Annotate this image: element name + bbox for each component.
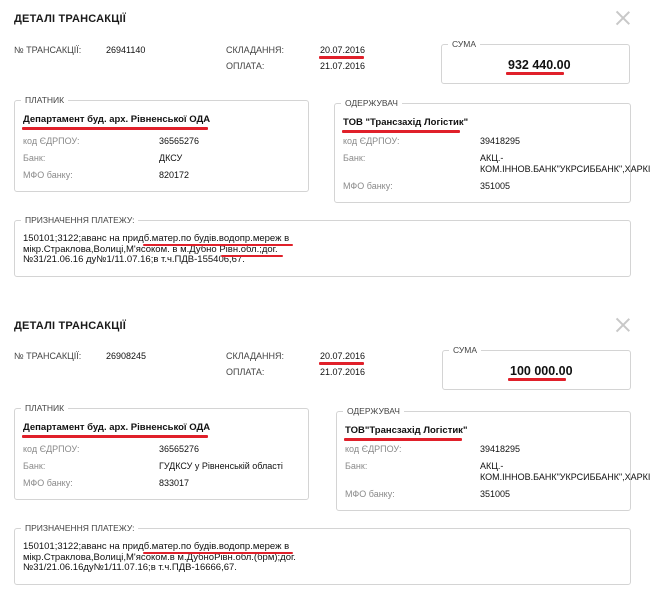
payer-legend: ПЛАТНИК — [21, 95, 69, 105]
payer-mfo-label: МФО банку: — [23, 170, 73, 180]
transaction-number-label: № ТРАНСАКЦІЇ: — [14, 351, 82, 361]
highlight-underline — [22, 435, 208, 438]
highlight-underline — [506, 72, 564, 75]
payer-mfo: 820172 — [159, 170, 190, 180]
created-label: СКЛАДАННЯ: — [226, 45, 285, 55]
purpose-line: 150101;3122;аванс на придб.матер.по буді… — [23, 541, 290, 552]
paid-label: ОПЛАТА: — [226, 367, 265, 377]
purpose-box: ПРИЗНАЧЕННЯ ПЛАТЕЖУ: 150101;3122;аванс н… — [14, 523, 631, 585]
transaction-details-panel: ДЕТАЛІ ТРАНСАКЦІЇ № ТРАНСАКЦІЇ: 26908245… — [0, 307, 650, 607]
created-date: 20.07.2016 — [320, 351, 366, 361]
highlight-underline — [22, 127, 208, 130]
sum-box: СУМА 100 000.00 — [442, 345, 631, 390]
payer-box: ПЛАТНИК Департамент буд. арх. Рівненсько… — [14, 95, 309, 192]
recipient-box: ОДЕРЖУВАЧ ТОВ "Трансзахід Логістик" код … — [334, 98, 650, 203]
payer-name: Департамент буд. арх. Рівненської ОДА — [23, 114, 211, 125]
recipient-bank-line1: АКЦ.- — [480, 461, 504, 471]
recipient-legend: ОДЕРЖУВАЧ — [341, 98, 402, 108]
highlight-underline — [319, 362, 364, 365]
purpose-line: 150101;3122;аванс на придб.матер.по буді… — [23, 233, 290, 244]
recipient-bank-label: Банк: — [345, 461, 368, 471]
recipient-edrpou: 39418295 — [480, 136, 521, 146]
recipient-mfo-label: МФО банку: — [343, 181, 393, 191]
highlight-underline — [221, 254, 283, 257]
payer-bank: ДКСУ — [159, 153, 183, 163]
highlight-underline — [344, 438, 462, 441]
recipient-mfo-label: МФО банку: — [345, 489, 395, 499]
paid-date: 21.07.2016 — [320, 367, 366, 377]
panel-title: ДЕТАЛІ ТРАНСАКЦІЇ — [14, 320, 126, 332]
sum-label: СУМА — [449, 345, 482, 355]
payer-bank-label: Банк: — [23, 461, 46, 471]
sum-value: 932 440.00 — [508, 58, 571, 72]
payer-mfo-label: МФО банку: — [23, 478, 73, 488]
recipient-bank-line2: КОМ.ІННОВ.БАНК"УКРСИББАНК",ХАРКІВ — [480, 472, 650, 482]
sum-box: СУМА 932 440.00 — [441, 39, 630, 84]
created-date: 20.07.2016 — [320, 45, 366, 55]
highlight-underline — [342, 130, 460, 133]
highlight-underline — [508, 378, 566, 381]
recipient-bank-label: Банк: — [343, 153, 366, 163]
recipient-bank-line1: АКЦ.- — [480, 153, 504, 163]
payer-edrpou: 36565276 — [159, 444, 200, 454]
paid-date: 21.07.2016 — [320, 61, 366, 71]
recipient-box: ОДЕРЖУВАЧ ТОВ"Трансзахід Логістик" код Є… — [336, 406, 650, 511]
panel-title: ДЕТАЛІ ТРАНСАКЦІЇ — [14, 13, 126, 25]
payer-edrpou-label: код ЄДРПОУ: — [23, 444, 80, 454]
payer-mfo: 833017 — [159, 478, 190, 488]
sum-label: СУМА — [448, 39, 481, 49]
highlight-underline — [319, 56, 364, 59]
transaction-number: 26908245 — [106, 351, 147, 361]
sum-value: 100 000.00 — [510, 364, 573, 378]
close-icon[interactable] — [614, 9, 632, 27]
payer-edrpou-label: код ЄДРПОУ: — [23, 136, 80, 146]
created-label: СКЛАДАННЯ: — [226, 351, 285, 361]
recipient-mfo: 351005 — [480, 489, 511, 499]
recipient-edrpou: 39418295 — [480, 444, 521, 454]
payer-bank-label: Банк: — [23, 153, 46, 163]
payer-name: Департамент буд. арх. Рівненської ОДА — [23, 422, 211, 433]
recipient-legend: ОДЕРЖУВАЧ — [343, 406, 404, 416]
recipient-name: ТОВ "Трансзахід Логістик" — [343, 117, 469, 128]
highlight-underline — [143, 552, 293, 554]
recipient-edrpou-label: код ЄДРПОУ: — [345, 444, 402, 454]
payer-bank: ГУДКСУ у Рівненській області — [159, 461, 283, 471]
transaction-number-label: № ТРАНСАКЦІЇ: — [14, 45, 82, 55]
close-icon[interactable] — [614, 316, 632, 334]
recipient-edrpou-label: код ЄДРПОУ: — [343, 136, 400, 146]
recipient-mfo: 351005 — [480, 181, 511, 191]
purpose-label: ПРИЗНАЧЕННЯ ПЛАТЕЖУ: — [21, 523, 139, 533]
payer-box: ПЛАТНИК Департамент буд. арх. Рівненсько… — [14, 403, 309, 500]
payer-legend: ПЛАТНИК — [21, 403, 69, 413]
transaction-details-panel: ДЕТАЛІ ТРАНСАКЦІЇ № ТРАНСАКЦІЇ: 26941140… — [0, 0, 650, 300]
paid-label: ОПЛАТА: — [226, 61, 265, 71]
purpose-box: ПРИЗНАЧЕННЯ ПЛАТЕЖУ: 150101;3122;аванс н… — [14, 215, 631, 277]
transaction-number: 26941140 — [106, 45, 146, 55]
payer-edrpou: 36565276 — [159, 136, 200, 146]
highlight-underline — [143, 244, 293, 246]
purpose-line: №31/21.06.16ду№1/11.07.16;в т.ч.ПДВ-1666… — [23, 562, 237, 573]
recipient-name: ТОВ"Трансзахід Логістик" — [345, 425, 468, 436]
recipient-bank-line2: КОМ.ІННОВ.БАНК"УКРСИББАНК",ХАРКІВ — [480, 164, 650, 174]
purpose-label: ПРИЗНАЧЕННЯ ПЛАТЕЖУ: — [21, 215, 139, 225]
purpose-line: №31/21.06.16 ду№1/11.07.16;в т.ч.ПДВ-155… — [23, 254, 245, 265]
